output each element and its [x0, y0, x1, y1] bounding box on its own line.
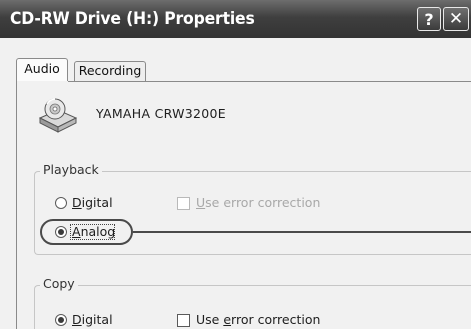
properties-dialog: CD-RW Drive (H:) Properties ? ✕ Audio Re…	[0, 0, 471, 329]
playback-error-correction-checkbox[interactable]	[177, 197, 190, 210]
playback-group-label: Playback	[40, 162, 102, 177]
tab-panel-border-left	[16, 81, 17, 329]
help-icon: ?	[424, 9, 434, 29]
device-name: YAMAHA CRW3200E	[96, 106, 226, 121]
copy-error-correction-checkbox[interactable]	[177, 314, 190, 327]
tab-strip: Audio Recording	[0, 38, 471, 82]
cd-drive-icon	[38, 98, 78, 133]
tab-audio[interactable]: Audio	[16, 58, 68, 81]
copy-error-correction-label[interactable]: Use error correction	[196, 312, 320, 327]
copy-digital-label[interactable]: Digital	[72, 312, 113, 327]
copy-digital-radio[interactable]	[55, 314, 67, 326]
close-button[interactable]: ✕	[443, 7, 469, 31]
radio-selected-dot	[58, 317, 64, 323]
playback-digital-label[interactable]: Digital	[72, 195, 113, 210]
callout-highlight	[40, 219, 133, 245]
callout-pointer-line	[133, 231, 471, 233]
playback-digital-radio[interactable]	[55, 197, 67, 209]
tab-recording[interactable]: Recording	[74, 61, 146, 81]
playback-error-correction-label[interactable]: Use error correction	[196, 195, 320, 210]
close-icon: ✕	[448, 9, 464, 29]
title-bar[interactable]: CD-RW Drive (H:) Properties ? ✕	[0, 0, 471, 38]
help-button[interactable]: ?	[417, 7, 441, 31]
window-title: CD-RW Drive (H:) Properties	[10, 9, 255, 29]
tab-panel-border	[68, 81, 471, 82]
copy-group-label: Copy	[40, 276, 78, 291]
